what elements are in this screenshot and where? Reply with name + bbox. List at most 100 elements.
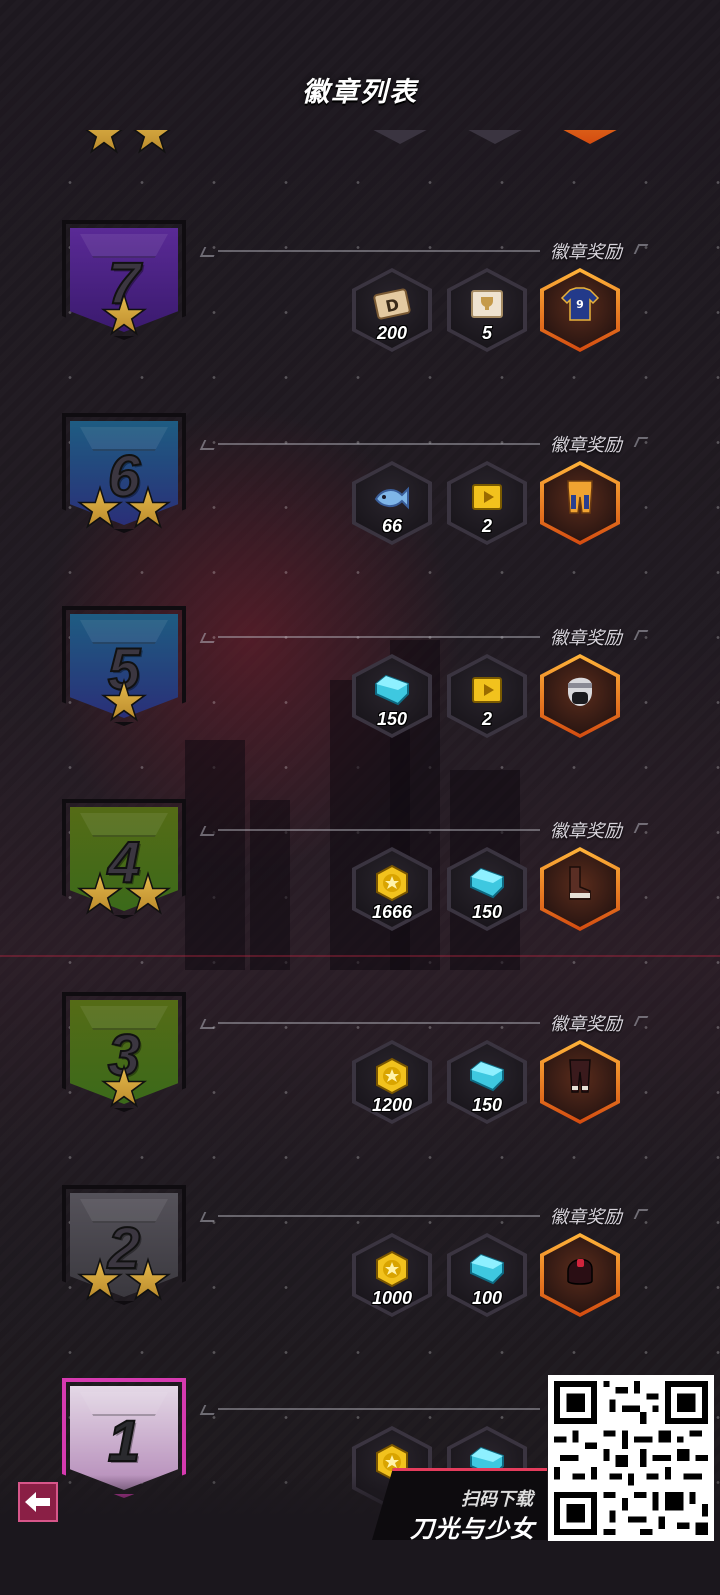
reward-quantity: 2 [481, 709, 492, 729]
reward-item[interactable] [540, 1040, 620, 1124]
reward-quantity: 5 [481, 323, 492, 343]
star-icon [100, 678, 148, 726]
connector-tick-end [633, 437, 649, 447]
jersey-icon: 9 [560, 284, 600, 324]
reward-item[interactable] [540, 461, 620, 545]
connector-line [218, 829, 540, 831]
reward-item[interactable]: 1666 [352, 847, 432, 931]
clipped-badge-row [0, 130, 720, 160]
connector-tick-end [633, 1016, 649, 1026]
connector-line [218, 1408, 540, 1410]
boots-icon [560, 863, 600, 903]
reward-item[interactable] [540, 1233, 620, 1317]
badge-stars [62, 292, 186, 345]
hood-icon [560, 1249, 600, 1289]
ticket-d-icon: D [372, 284, 412, 324]
download-promo-banner[interactable]: 扫码下载 刀光与少女 [372, 1468, 547, 1540]
badge-reward-label: 徽章奖励 [550, 628, 622, 648]
badge-row-4[interactable]: 徽章奖励 4 1666 150 [0, 789, 720, 985]
reward-item[interactable]: 66 [352, 461, 432, 545]
badge-row-7[interactable]: 徽章奖励 7 D 200 5 9 [0, 210, 720, 406]
star-icon [100, 292, 148, 340]
reward-quantity: 150 [471, 1095, 503, 1115]
reward-item[interactable]: 9 [540, 268, 620, 352]
diamond-icon [467, 863, 507, 903]
reward-item[interactable]: 150 [447, 847, 527, 931]
star-icon [100, 1064, 148, 1112]
badge-stars [62, 871, 186, 924]
reward-item[interactable]: 150 [352, 654, 432, 738]
connector-line [218, 1215, 540, 1217]
trophy-ticket-icon [467, 284, 507, 324]
badge-reward-label: 徽章奖励 [550, 1014, 622, 1034]
gold-coin-icon [372, 1056, 412, 1096]
badge-reward-label: 徽章奖励 [550, 242, 622, 262]
badge-stars [62, 1064, 186, 1117]
reward-item[interactable]: 150 [447, 1040, 527, 1124]
scan-download-text: 扫码下载 [461, 1489, 533, 1509]
diamond-icon [372, 670, 412, 710]
gold-coin-icon [372, 1249, 412, 1289]
reward-quantity: 1000 [371, 1288, 413, 1308]
star-icon [124, 1257, 172, 1305]
reward-quantity: 1666 [371, 902, 413, 922]
shorts-icon [560, 477, 600, 517]
connector-tick [199, 1019, 219, 1029]
reward-item[interactable]: D 200 [352, 268, 432, 352]
reward-item[interactable] [540, 847, 620, 931]
reward-item[interactable]: 1000 [352, 1233, 432, 1317]
svg-text:9: 9 [576, 298, 584, 311]
fish-icon [372, 477, 412, 517]
star-icon [124, 871, 172, 919]
connector-tick-end [633, 630, 649, 640]
qr-code[interactable] [548, 1375, 714, 1541]
badge-reward-label: 徽章奖励 [550, 1207, 622, 1227]
connector-tick [199, 826, 219, 836]
badge-level-number: 1 [107, 1408, 141, 1475]
reward-item[interactable] [540, 654, 620, 738]
connector-tick-end [633, 244, 649, 254]
star-icon [124, 485, 172, 533]
star-icon [76, 871, 124, 919]
badge-row-3[interactable]: 徽章奖励 3 1200 150 [0, 982, 720, 1178]
badge-row-5[interactable]: 徽章奖励 5 150 2 [0, 596, 720, 792]
badge-row-6[interactable]: 徽章奖励 6 66 2 [0, 403, 720, 599]
page-title: 徽章列表 [302, 77, 418, 107]
badge-reward-label: 徽章奖励 [550, 435, 622, 455]
badge-row-2[interactable]: 徽章奖励 2 1000 100 [0, 1175, 720, 1371]
reward-item[interactable]: 1200 [352, 1040, 432, 1124]
reward-quantity: 1200 [371, 1095, 413, 1115]
connector-tick-end [633, 823, 649, 833]
leggings-icon [560, 1056, 600, 1096]
reward-item[interactable]: 100 [447, 1233, 527, 1317]
reward-quantity: 100 [471, 1288, 503, 1308]
reward-item[interactable]: 5 [447, 268, 527, 352]
ninja-head-icon [560, 670, 600, 710]
connector-line [218, 636, 540, 638]
reward-quantity: 200 [376, 323, 408, 343]
connector-tick [199, 440, 219, 450]
reward-item[interactable]: 2 [447, 654, 527, 738]
arrow-left-icon [25, 1492, 50, 1512]
qr-code-image [554, 1381, 708, 1535]
badge-reward-label: 徽章奖励 [550, 821, 622, 841]
connector-line [218, 1022, 540, 1024]
diamond-icon [467, 1056, 507, 1096]
back-button[interactable] [18, 1482, 58, 1522]
connector-tick [199, 247, 219, 257]
reward-quantity: 66 [381, 516, 403, 536]
badge-stars [62, 485, 186, 538]
gold-coin-icon [372, 863, 412, 903]
star-icon [76, 485, 124, 533]
connector-line [218, 250, 540, 252]
badge-stars [62, 1257, 186, 1310]
reward-item[interactable]: 2 [447, 461, 527, 545]
connector-line [218, 443, 540, 445]
star-icon [76, 1257, 124, 1305]
game-name: 刀光与少女 [410, 1516, 535, 1543]
connector-tick-end [633, 1209, 649, 1219]
video-card-icon [467, 670, 507, 710]
video-card-icon [467, 477, 507, 517]
badge-stars [62, 678, 186, 731]
reward-quantity: 150 [471, 902, 503, 922]
